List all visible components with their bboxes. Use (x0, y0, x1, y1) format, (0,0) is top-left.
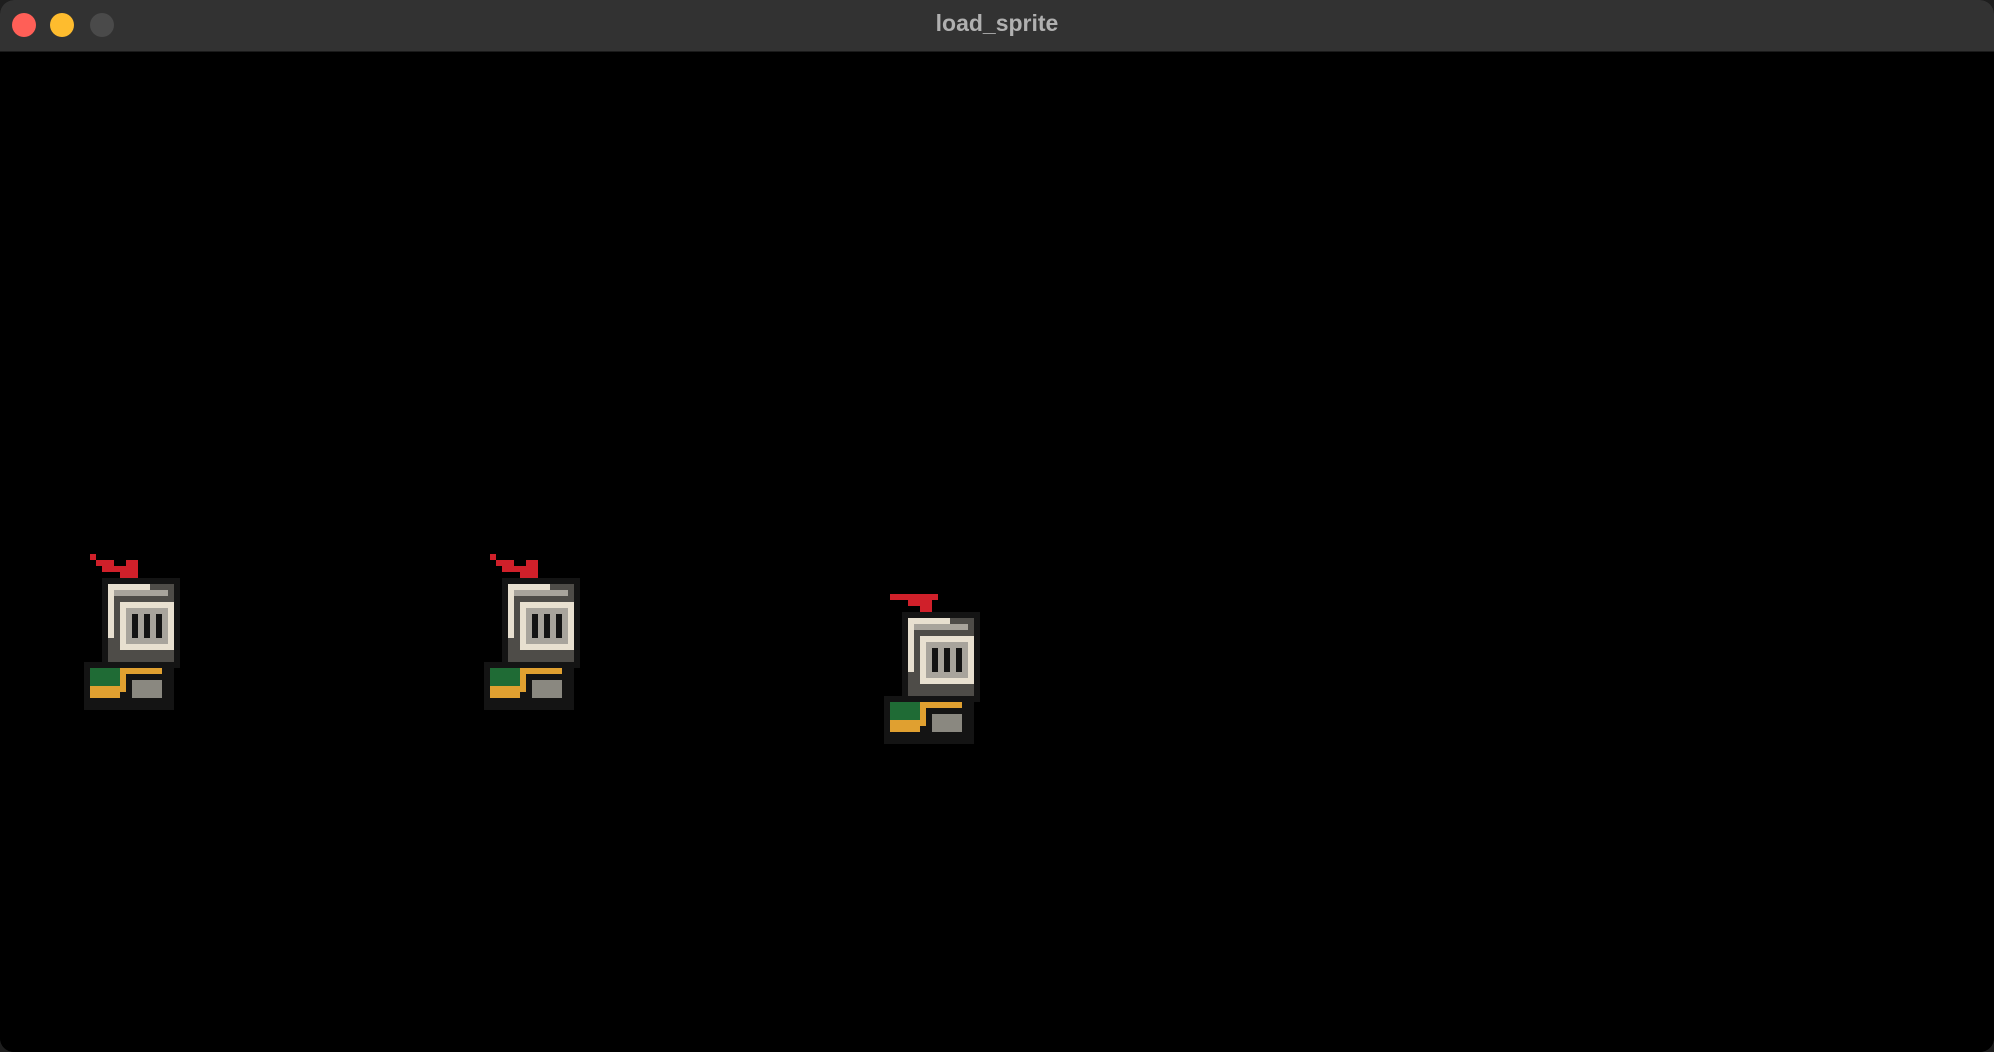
grey-boot (132, 680, 162, 698)
gold-boot (490, 692, 520, 698)
green-armor (890, 702, 920, 720)
green-armor (490, 668, 520, 686)
green-armor (90, 668, 120, 686)
knight-sprite (884, 594, 980, 744)
window-title: load_sprite (935, 10, 1059, 36)
visor-slot (944, 648, 950, 672)
knight-sprite (84, 554, 180, 710)
gold-trim (890, 720, 926, 726)
visor-slot (932, 648, 938, 672)
plume (526, 560, 538, 566)
title-bar[interactable]: load_sprite (0, 0, 1994, 52)
plume (102, 566, 138, 572)
plume (908, 600, 932, 606)
game-canvas[interactable] (0, 52, 1994, 1052)
knight-sprite (484, 554, 580, 710)
gold-trim (90, 686, 126, 692)
visor-slot (156, 614, 162, 638)
plume (920, 606, 932, 612)
visor-slot (956, 648, 962, 672)
helmet-highlight (508, 584, 514, 638)
visor-slot (144, 614, 150, 638)
helmet-highlight (908, 618, 914, 672)
gold-trim (920, 702, 962, 708)
helmet-highlight (508, 584, 550, 590)
gold-boot (90, 692, 120, 698)
gold-trim (520, 668, 562, 674)
plume (96, 560, 114, 566)
helmet-rim (914, 624, 968, 630)
plume (90, 554, 96, 560)
plume (490, 554, 496, 560)
visor-slot (532, 614, 538, 638)
plume (120, 572, 138, 578)
plume (890, 594, 938, 600)
plume (496, 560, 514, 566)
gold-trim (490, 686, 526, 692)
helmet-highlight (908, 618, 950, 624)
helmet-highlight (108, 584, 150, 590)
helmet-rim (514, 590, 568, 596)
plume (520, 572, 538, 578)
gold-boot (890, 726, 920, 732)
visor-slot (132, 614, 138, 638)
plume (502, 566, 538, 572)
grey-boot (932, 714, 962, 732)
app-window: load_sprite (0, 0, 1994, 1052)
visor-slot (544, 614, 550, 638)
grey-boot (532, 680, 562, 698)
helmet-highlight (108, 584, 114, 638)
plume (126, 560, 138, 566)
helmet-rim (114, 590, 168, 596)
visor-slot (556, 614, 562, 638)
gold-trim (120, 668, 162, 674)
